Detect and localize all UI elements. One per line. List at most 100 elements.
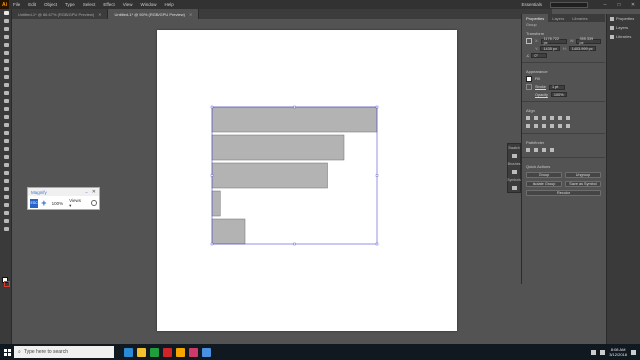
notifications-icon[interactable]: [631, 349, 636, 355]
resize-handle[interactable]: [375, 105, 379, 109]
opacity-label[interactable]: Opacity: [535, 93, 548, 97]
align-center-icon[interactable]: [534, 116, 538, 120]
minimize-button[interactable]: –: [598, 2, 612, 8]
resize-handle[interactable]: [210, 174, 214, 177]
gradient-tool-icon[interactable]: [0, 161, 12, 169]
menu-effect[interactable]: Effect: [99, 2, 118, 7]
resize-handle[interactable]: [375, 242, 379, 246]
tab-libraries[interactable]: Libraries: [568, 16, 591, 21]
menu-help[interactable]: Help: [160, 2, 177, 7]
resize-handle[interactable]: [375, 174, 379, 177]
lasso-tool-icon[interactable]: [0, 33, 12, 41]
resize-handle[interactable]: [293, 242, 296, 246]
line-tool-icon[interactable]: [0, 65, 12, 73]
brushes-tab[interactable]: Brushes: [508, 160, 521, 168]
settings-icon[interactable]: [91, 200, 97, 206]
menu-select[interactable]: Select: [79, 2, 100, 7]
taskbar-app-icon[interactable]: [137, 347, 146, 357]
help-search-input[interactable]: [550, 1, 588, 8]
align-left-icon[interactable]: [526, 116, 530, 120]
selection-tool-icon[interactable]: [0, 9, 12, 17]
close-icon[interactable]: ✕: [98, 12, 101, 17]
menu-type[interactable]: Type: [61, 2, 79, 7]
y-field[interactable]: Y: 1435 px: [535, 46, 560, 51]
blend-tool-icon[interactable]: [0, 177, 12, 185]
x-field[interactable]: X: 1178.722 px: [535, 37, 567, 45]
mesh-tool-icon[interactable]: [0, 153, 12, 161]
network-icon[interactable]: [591, 349, 597, 355]
dock-layers[interactable]: Layers: [607, 23, 640, 32]
taskbar-app-icon[interactable]: [176, 347, 185, 357]
bar-2[interactable]: [211, 134, 345, 161]
type-tool-icon[interactable]: [0, 57, 12, 65]
menu-edit[interactable]: Edit: [24, 2, 40, 7]
fill-color-swatch[interactable]: [526, 76, 532, 82]
recolor-button[interactable]: Recolor: [526, 190, 601, 196]
doc-tab-2[interactable]: Untitled-1* @ 50% (RGB/GPU Preview) ✕: [108, 9, 200, 19]
close-icon[interactable]: ✕: [92, 189, 96, 195]
unite-icon[interactable]: [526, 148, 530, 152]
stroke-label[interactable]: Stroke: [535, 85, 546, 89]
curvature-tool-icon[interactable]: [0, 49, 12, 57]
bar-5[interactable]: [211, 218, 246, 245]
rectangle-tool-icon[interactable]: [0, 73, 12, 81]
taskbar-app-icon[interactable]: [202, 347, 211, 357]
distribute-right-icon[interactable]: [542, 124, 546, 128]
taskbar-app-icon[interactable]: [124, 347, 133, 357]
menu-file[interactable]: File: [9, 2, 24, 7]
direct-selection-tool-icon[interactable]: [0, 17, 12, 25]
symbols-icon[interactable]: [508, 184, 520, 192]
perspective-grid-tool-icon[interactable]: [0, 145, 12, 153]
scale-tool-icon[interactable]: [0, 113, 12, 121]
menu-object[interactable]: Object: [40, 2, 61, 7]
bar-3[interactable]: [211, 162, 328, 189]
eyedropper-tool-icon[interactable]: [0, 169, 12, 177]
align-right-icon[interactable]: [542, 116, 546, 120]
symbols-tab[interactable]: Symbols: [507, 176, 520, 184]
swatches-icon[interactable]: [508, 152, 520, 160]
resize-handle[interactable]: [293, 105, 296, 109]
distribute-middle-icon[interactable]: [558, 124, 562, 128]
views-dropdown[interactable]: Views ▾: [69, 198, 83, 209]
slice-tool-icon[interactable]: [0, 209, 12, 217]
group-button[interactable]: Group: [526, 172, 562, 178]
resize-handle[interactable]: [210, 242, 214, 246]
dock-libraries[interactable]: Libraries: [607, 32, 640, 41]
w-field[interactable]: W: 355.339 px: [570, 37, 601, 45]
width-tool-icon[interactable]: [0, 121, 12, 129]
free-transform-tool-icon[interactable]: [0, 129, 12, 137]
stroke-swatch[interactable]: [4, 281, 10, 287]
paintbrush-tool-icon[interactable]: [0, 81, 12, 89]
volume-icon[interactable]: [600, 349, 606, 355]
eraser-tool-icon[interactable]: [0, 97, 12, 105]
stroke-weight-field[interactable]: 1 pt: [548, 84, 565, 90]
distribute-top-icon[interactable]: [550, 124, 554, 128]
dock-properties[interactable]: Properties: [607, 14, 640, 23]
angle-field[interactable]: ∡ 0°: [526, 53, 548, 58]
save-as-symbol-button[interactable]: Save as Symbol: [565, 181, 601, 187]
rotate-tool-icon[interactable]: [0, 105, 12, 113]
artboard[interactable]: [157, 30, 457, 331]
shape-builder-tool-icon[interactable]: [0, 137, 12, 145]
close-button[interactable]: ✕: [626, 2, 640, 8]
h-field[interactable]: H: 1403.999 px: [563, 46, 596, 51]
taskbar-search[interactable]: ⌕ Type here to search: [14, 346, 114, 358]
zoom-in-icon[interactable]: +: [41, 198, 46, 208]
pen-tool-icon[interactable]: [0, 41, 12, 49]
swatches-tab[interactable]: Swatch: [508, 144, 520, 152]
bar-chart[interactable]: [157, 30, 457, 331]
pencil-tool-icon[interactable]: [0, 89, 12, 97]
resize-handle[interactable]: [210, 105, 214, 109]
tab-layers[interactable]: Layers: [548, 16, 568, 21]
align-middle-icon[interactable]: [558, 116, 562, 120]
column-graph-tool-icon[interactable]: [0, 193, 12, 201]
symbol-sprayer-tool-icon[interactable]: [0, 185, 12, 193]
close-icon[interactable]: ✕: [189, 12, 192, 17]
minimize-icon[interactable]: –: [85, 190, 88, 195]
distribute-center-icon[interactable]: [534, 124, 538, 128]
menu-window[interactable]: Window: [136, 2, 160, 7]
taskbar-app-icon[interactable]: [163, 347, 172, 357]
taskbar-app-icon[interactable]: [189, 347, 198, 357]
align-bottom-icon[interactable]: [566, 116, 570, 120]
maximize-button[interactable]: □: [612, 2, 626, 8]
